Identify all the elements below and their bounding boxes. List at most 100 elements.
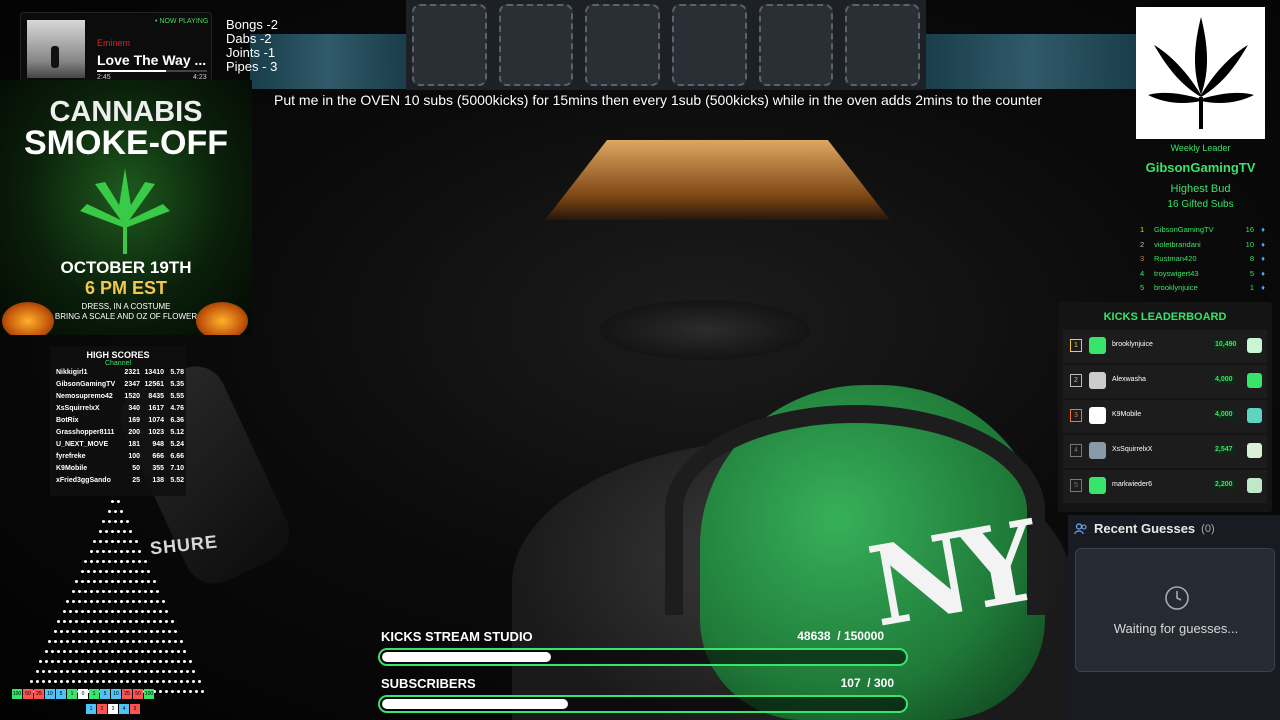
plinko-peg [116, 660, 120, 663]
gifter-count: 1 [1249, 283, 1254, 292]
weekly-leader-name: GibsonGamingTV [1145, 160, 1256, 175]
plinko-peg [104, 660, 108, 663]
high-score-b: 1023 [148, 429, 164, 436]
plinko-peg [155, 590, 159, 593]
plinko-peg [122, 620, 126, 623]
plinko-peg [134, 540, 138, 543]
high-score-row: xFried3ggSando 25 138 5.52 [50, 475, 186, 487]
plinko-peg [86, 610, 90, 613]
plinko-peg [161, 600, 165, 603]
plinko-peg [170, 690, 174, 693]
high-score-b: 8435 [148, 393, 164, 400]
gifter-count: 8 [1249, 254, 1254, 263]
plinko-peg [53, 640, 57, 643]
high-score-c: 7.10 [170, 465, 184, 472]
high-score-b: 138 [152, 477, 164, 484]
kicks-rank: 5 [1070, 479, 1082, 492]
plinko-peg [143, 680, 147, 683]
alert-slot [585, 4, 661, 86]
users-icon [1074, 522, 1087, 534]
kicks-rank: 4 [1070, 444, 1082, 457]
kicks-item-icon [1247, 478, 1262, 493]
plinko-peg [89, 630, 93, 633]
plinko-peg [149, 600, 153, 603]
plinko-peg [113, 670, 117, 673]
plinko-peg [134, 570, 138, 573]
plinko-peg [113, 680, 117, 683]
plinko-peg [152, 650, 156, 653]
now-playing-widget: • NOW PLAYING Eminem Love The Way ... 2:… [20, 12, 212, 82]
high-score-b: 948 [152, 441, 164, 448]
pumpkin-icon [196, 302, 248, 335]
plinko-peg [113, 640, 117, 643]
plinko-peg [122, 540, 126, 543]
plinko-peg [122, 660, 126, 663]
plinko-peg [149, 640, 153, 643]
plinko-peg [155, 600, 159, 603]
plinko-peg [119, 590, 123, 593]
cannabis-leaf-icon [80, 168, 170, 254]
poster-date: OCTOBER 19TH [60, 258, 192, 277]
plinko-peg [122, 610, 126, 613]
plinko-peg [62, 610, 66, 613]
plinko-peg [104, 580, 108, 583]
plinko-peg [164, 690, 168, 693]
gifter-row: 5 brooklynjuice 1 ♦ [1140, 281, 1265, 296]
track-artist: Eminem [97, 38, 131, 48]
plinko-peg [146, 650, 150, 653]
plinko-peg [77, 590, 81, 593]
plinko-peg [95, 560, 99, 563]
plinko-peg [116, 620, 120, 623]
plinko-peg [98, 610, 102, 613]
plinko-peg [86, 660, 90, 663]
plinko-peg [131, 670, 135, 673]
plinko-peg [140, 650, 144, 653]
high-score-b: 13410 [144, 369, 164, 376]
plinko-peg [164, 610, 168, 613]
plinko-peg [119, 600, 123, 603]
avatar [1089, 407, 1106, 424]
plinko-peg [59, 680, 63, 683]
plinko-peg [107, 680, 111, 683]
plinko-bucket: 25 [122, 689, 132, 699]
plinko-peg [155, 670, 159, 673]
plinko-bucket: 10 [45, 689, 55, 699]
kicks-item-icon [1247, 443, 1262, 458]
plinko-peg [77, 670, 81, 673]
plinko-peg [134, 660, 138, 663]
plinko-peg [119, 510, 123, 513]
plinko-peg [59, 670, 63, 673]
plinko-peg [137, 560, 141, 563]
plinko-peg [116, 540, 120, 543]
recent-guesses-count: (0) [1201, 522, 1215, 535]
high-score-row: K9Mobile 50 355 7.10 [50, 463, 186, 475]
plinko-peg [74, 620, 78, 623]
plinko-peg [140, 570, 144, 573]
plinko-peg [65, 600, 69, 603]
plinko-peg [71, 670, 75, 673]
plinko-peg [101, 680, 105, 683]
plinko-peg [191, 670, 195, 673]
plinko-peg [164, 660, 168, 663]
plinko-bucket: 5 [130, 704, 140, 714]
gifter-count: 10 [1245, 239, 1254, 249]
kicks-row: 5 markwieder6 2,200 [1063, 470, 1267, 503]
kicks-username: brooklynjuice [1112, 341, 1153, 348]
plinko-bucket: 100 [144, 689, 154, 699]
plinko-peg [110, 610, 114, 613]
plinko-peg [170, 620, 174, 623]
goal-progress-bar [378, 695, 908, 713]
high-score-a: 2321 [124, 369, 140, 376]
plinko-peg [107, 520, 111, 523]
plinko-peg [107, 590, 111, 593]
plinko-peg [134, 650, 138, 653]
kicks-amount: 2,547 [1213, 445, 1235, 454]
guesses-empty-state: Waiting for guesses... [1075, 548, 1275, 672]
smoke-off-poster: CANNABIS SMOKE-OFF OCTOBER 19TH 6 PM EST… [0, 80, 252, 335]
counter-dabs: Dabs -2 [226, 31, 272, 46]
kicks-amount: 4,000 [1213, 410, 1235, 419]
plinko-peg [71, 590, 75, 593]
plinko-bucket: 5 [100, 689, 110, 699]
poster-time: 6 PM EST [84, 278, 168, 298]
plinko-peg [182, 690, 186, 693]
